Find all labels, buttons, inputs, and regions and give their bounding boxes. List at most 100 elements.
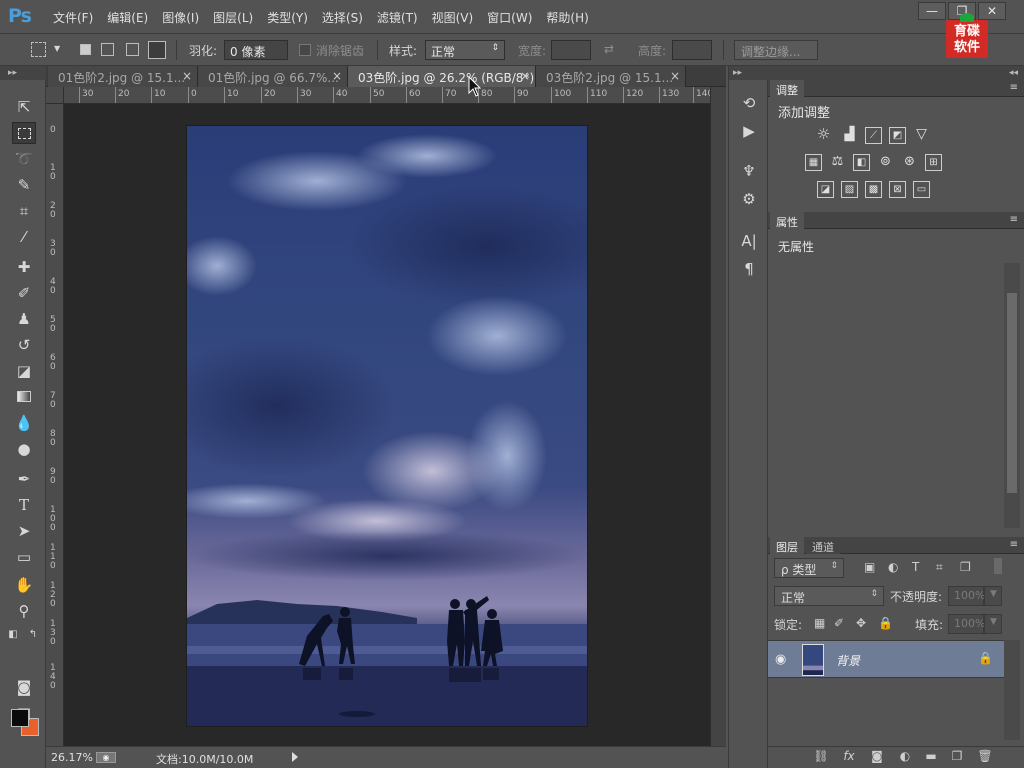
tab-channels[interactable]: 通道 bbox=[806, 537, 840, 554]
swap-colors-icon[interactable]: ↰ bbox=[26, 624, 40, 646]
lock-all-icon[interactable]: 🔒 bbox=[878, 616, 893, 630]
close-icon[interactable]: × bbox=[332, 69, 342, 83]
layer-filter-dropdown[interactable]: ρ 类型 ⇕ bbox=[774, 558, 844, 578]
opacity-dropdown-icon[interactable]: ▼ bbox=[984, 586, 1002, 606]
path-selection-tool-icon[interactable]: ➤ bbox=[12, 520, 36, 542]
gradient-map-icon[interactable]: ▭ bbox=[913, 181, 930, 198]
menu-help[interactable]: 帮助(H) bbox=[539, 9, 595, 26]
zoom-tool-icon[interactable]: ⚲ bbox=[12, 600, 36, 622]
blur-tool-icon[interactable]: 💧 bbox=[12, 412, 36, 434]
menu-type[interactable]: 类型(Y) bbox=[260, 9, 315, 26]
height-input[interactable] bbox=[672, 40, 712, 60]
visibility-eye-icon[interactable]: ◉ bbox=[775, 652, 786, 667]
minimize-button[interactable]: — bbox=[918, 2, 946, 20]
status-menu-arrow-icon[interactable] bbox=[292, 752, 298, 762]
lock-pixels-icon[interactable]: ✐ bbox=[834, 616, 844, 630]
quick-mask-icon[interactable]: ◙ bbox=[12, 676, 36, 698]
history-brush-tool-icon[interactable]: ↺ bbox=[12, 334, 36, 356]
feather-input[interactable]: 0 像素 bbox=[224, 40, 288, 60]
rectangle-tool-icon[interactable]: ▭ bbox=[12, 546, 36, 568]
eyedropper-tool-icon[interactable]: ⁄ bbox=[12, 226, 36, 248]
eraser-tool-icon[interactable]: ◪ bbox=[12, 360, 36, 382]
invert-icon[interactable]: ◪ bbox=[817, 181, 834, 198]
ruler-origin[interactable] bbox=[46, 87, 64, 104]
swap-icon[interactable]: ⇄ bbox=[604, 42, 614, 56]
character-panel-icon[interactable]: A| bbox=[738, 230, 760, 252]
vertical-ruler[interactable]: 0 10 20 30 40 50 60 70 80 90 100 110 120… bbox=[46, 104, 64, 746]
posterize-icon[interactable]: ▨ bbox=[841, 181, 858, 198]
panel-menu-icon[interactable]: ≡ bbox=[1010, 539, 1018, 550]
document-canvas[interactable] bbox=[64, 104, 710, 746]
navigator-icon[interactable]: ◉ bbox=[96, 752, 116, 763]
actions-panel-icon[interactable]: ▶ bbox=[738, 120, 760, 142]
color-lookup-icon[interactable]: ⊞ bbox=[925, 154, 942, 171]
panel-menu-icon[interactable]: ≡ bbox=[1010, 82, 1018, 93]
marquee-preset-icon[interactable] bbox=[31, 42, 46, 57]
tool-presets-icon[interactable]: ⚙ bbox=[738, 188, 760, 210]
threshold-icon[interactable]: ▩ bbox=[865, 181, 882, 198]
channel-mixer-icon[interactable]: ⊛ bbox=[901, 154, 918, 171]
menu-view[interactable]: 视图(V) bbox=[425, 9, 481, 26]
history-panel-icon[interactable]: ⟲ bbox=[738, 92, 760, 114]
menu-edit[interactable]: 编辑(E) bbox=[100, 9, 155, 26]
clone-stamp-tool-icon[interactable]: ♟ bbox=[12, 308, 36, 330]
fill-dropdown-icon[interactable]: ▼ bbox=[984, 614, 1002, 634]
add-selection-icon[interactable] bbox=[101, 43, 114, 56]
tab-adjustments[interactable]: 调整 bbox=[770, 80, 804, 97]
delete-layer-icon[interactable]: 🗑 bbox=[976, 749, 994, 763]
gradient-tool-icon[interactable] bbox=[12, 386, 36, 408]
strip-grip[interactable]: ▸▸ bbox=[729, 66, 769, 80]
default-colors-icon[interactable]: ◧ bbox=[6, 624, 20, 646]
style-dropdown[interactable]: 正常 ⇕ bbox=[425, 40, 505, 60]
refine-edge-button[interactable]: 调整边缘... bbox=[734, 40, 818, 60]
close-icon[interactable]: × bbox=[520, 69, 530, 83]
color-balance-icon[interactable]: ⚖ bbox=[829, 154, 846, 171]
fill-input[interactable]: 100% bbox=[948, 614, 985, 634]
subtract-selection-icon[interactable] bbox=[126, 43, 139, 56]
tab-01-levels2[interactable]: 01色阶2.jpg @ 15.1... × bbox=[48, 66, 198, 87]
panel-menu-icon[interactable]: ≡ bbox=[1010, 214, 1018, 225]
lasso-tool-icon[interactable]: ➰ bbox=[12, 148, 36, 170]
filter-toggle-icon[interactable] bbox=[994, 558, 1002, 574]
curves-icon[interactable]: ⟋ bbox=[865, 127, 882, 144]
layer-name[interactable]: 背景 bbox=[836, 652, 860, 669]
brightness-icon[interactable]: ☼ bbox=[815, 127, 832, 144]
horizontal-ruler[interactable]: 30 20 10 0 10 20 30 40 50 60 70 80 90 10… bbox=[64, 87, 710, 104]
close-icon[interactable]: × bbox=[670, 69, 680, 83]
add-mask-icon[interactable]: ◙ bbox=[868, 749, 886, 763]
blend-mode-dropdown[interactable]: 正常 ⇕ bbox=[774, 586, 884, 606]
hand-tool-icon[interactable]: ✋ bbox=[12, 574, 36, 596]
brush-tool-icon[interactable]: ✐ bbox=[12, 282, 36, 304]
filter-smart-object-icon[interactable]: ❐ bbox=[960, 560, 971, 574]
vibrance-icon[interactable]: ▽ bbox=[913, 127, 930, 144]
quick-selection-tool-icon[interactable]: ✎ bbox=[12, 174, 36, 196]
black-white-icon[interactable]: ◧ bbox=[853, 154, 870, 171]
new-adjustment-layer-icon[interactable]: ◐ bbox=[896, 749, 914, 763]
crop-tool-icon[interactable]: ⌗ bbox=[12, 200, 36, 222]
layer-row-background[interactable]: ◉ 背景 🔒 bbox=[768, 640, 1004, 678]
panels-grip[interactable]: ◂◂ bbox=[768, 66, 1024, 80]
dodge-tool-icon[interactable]: ● bbox=[12, 438, 36, 460]
scroll-thumb[interactable] bbox=[1007, 293, 1017, 493]
exposure-icon[interactable]: ◩ bbox=[889, 127, 906, 144]
tab-layers[interactable]: 图层 bbox=[770, 537, 804, 554]
filter-type-icon[interactable]: T bbox=[912, 560, 919, 574]
paragraph-panel-icon[interactable]: ¶ bbox=[738, 258, 760, 280]
brush-presets-icon[interactable]: ♆ bbox=[738, 160, 760, 182]
marquee-tool-icon[interactable] bbox=[12, 122, 36, 144]
close-button[interactable]: ✕ bbox=[978, 2, 1006, 20]
new-selection-icon[interactable] bbox=[80, 44, 91, 55]
menu-image[interactable]: 图像(I) bbox=[155, 9, 206, 26]
filter-adjustment-icon[interactable]: ◐ bbox=[888, 560, 898, 574]
close-icon[interactable]: × bbox=[182, 69, 192, 83]
tab-properties[interactable]: 属性 bbox=[770, 212, 804, 229]
lock-transparent-icon[interactable]: ▦ bbox=[814, 616, 825, 630]
healing-brush-tool-icon[interactable]: ✚ bbox=[12, 256, 36, 278]
link-layers-icon[interactable]: ⛓ bbox=[812, 749, 830, 763]
new-group-icon[interactable]: ▬ bbox=[922, 749, 940, 763]
menu-window[interactable]: 窗口(W) bbox=[480, 9, 539, 26]
new-layer-icon[interactable]: ❐ bbox=[948, 749, 966, 763]
tab-03-levels2[interactable]: 03色阶2.jpg @ 15.1... × bbox=[536, 66, 686, 87]
tab-01-levels[interactable]: 01色阶.jpg @ 66.7%... × bbox=[198, 66, 348, 87]
panel-grip[interactable]: ▸▸ bbox=[0, 66, 46, 80]
